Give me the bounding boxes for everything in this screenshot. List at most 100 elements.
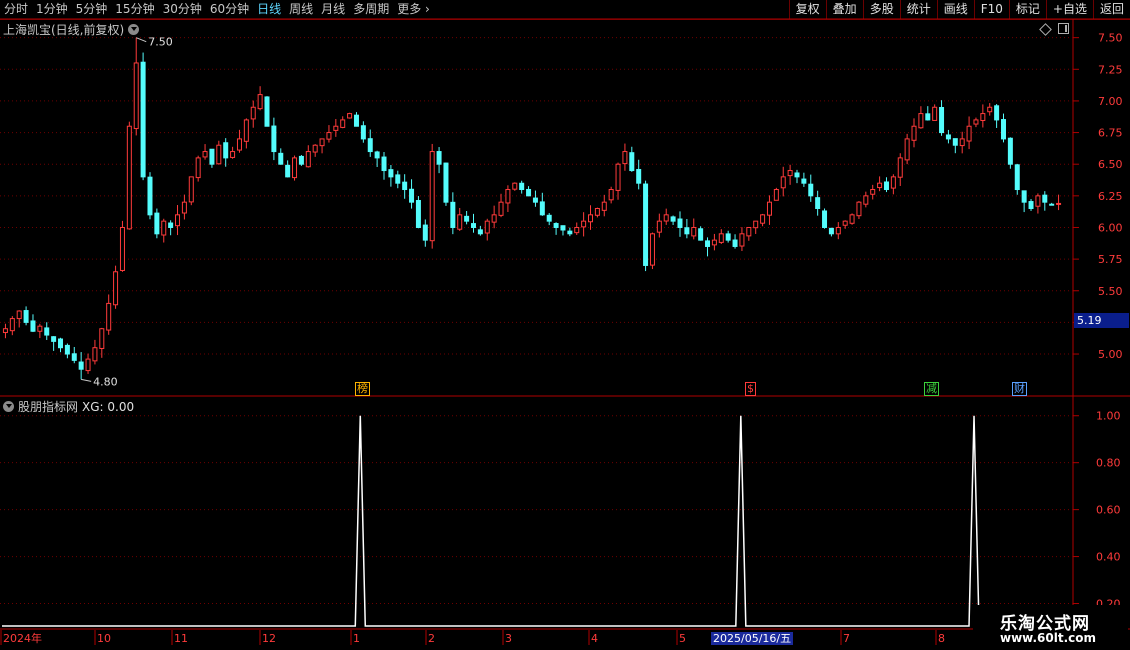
candle-body: [37, 325, 43, 332]
candle-body: [298, 155, 304, 165]
candle-body: [1021, 190, 1027, 203]
event-marker[interactable]: $: [745, 382, 756, 396]
candle-body: [64, 344, 70, 355]
candle-body: [622, 151, 628, 165]
candle-body: [175, 214, 181, 227]
candle-body: [698, 228, 704, 241]
candle-body: [161, 220, 167, 236]
candle-body: [484, 220, 490, 234]
candle-body: [904, 138, 910, 161]
candle-body: [794, 172, 800, 178]
candle-body: [705, 240, 711, 247]
candle-body: [216, 144, 222, 165]
candle-body: [119, 226, 125, 271]
diamond-icon[interactable]: [1039, 23, 1052, 36]
candle-body: [560, 225, 566, 231]
candle-body: [1007, 137, 1013, 165]
kline-chart[interactable]: 5.005.255.505.756.006.256.506.757.007.25…: [0, 0, 1130, 650]
candle-body: [257, 94, 263, 110]
indicator-name: 股朋指标网: [18, 400, 79, 414]
chart-title: 上海凯宝(日线,前复权): [3, 21, 140, 38]
candle-body: [649, 233, 655, 266]
candle-body: [615, 163, 621, 191]
time-tick-label: 4: [591, 632, 598, 645]
candle-body: [939, 107, 945, 134]
event-marker[interactable]: 减: [924, 382, 939, 396]
candle-body: [863, 195, 869, 205]
candle-body: [1014, 164, 1020, 191]
price-tick-label: 5.50: [1098, 285, 1123, 298]
window-toggle-icon[interactable]: [1058, 23, 1069, 34]
time-tick-label: 8: [938, 632, 945, 645]
candle-body: [436, 151, 442, 165]
candle-body: [980, 113, 986, 121]
candle-body: [333, 125, 339, 131]
candle-body: [608, 189, 614, 201]
candle-body: [539, 201, 545, 216]
indicator-tick-label: 0.80: [1096, 457, 1121, 470]
candle-body: [601, 201, 607, 211]
candle-body: [966, 125, 972, 142]
time-tick-label: 7: [843, 632, 850, 645]
candle-body: [347, 113, 353, 119]
candle-body: [99, 328, 105, 349]
candle-body: [553, 223, 559, 228]
candle-body: [801, 178, 807, 184]
time-tick-label: 12: [262, 632, 276, 645]
chevron-down-icon[interactable]: [3, 401, 14, 412]
candle-body: [1028, 201, 1034, 210]
candle-body: [822, 210, 828, 228]
candle-body: [92, 347, 98, 362]
candle-body: [71, 353, 77, 361]
candle-body: [952, 138, 958, 146]
price-tick-label: 5.00: [1098, 348, 1123, 361]
candle-body: [51, 336, 57, 342]
event-marker[interactable]: 财: [1012, 382, 1027, 396]
candle-body: [828, 227, 834, 235]
candle-body: [388, 169, 394, 178]
candle-body: [773, 189, 779, 201]
xg-series-line: [2, 415, 1062, 627]
candle-body: [746, 226, 752, 237]
candle-body: [753, 220, 759, 229]
candle-body: [732, 239, 738, 247]
candle-body: [505, 189, 511, 204]
candle-body: [236, 138, 242, 151]
candle-body: [58, 338, 64, 349]
candle-body: [113, 271, 119, 306]
candle-body: [415, 200, 421, 228]
candle-body: [106, 302, 112, 331]
candle-body: [209, 148, 215, 165]
time-tick-label: 2024年: [3, 631, 42, 645]
indicator-tick-label: 0.40: [1096, 551, 1121, 564]
candle-body: [422, 224, 428, 241]
candle-body: [154, 212, 160, 235]
price-tick-label: 7.50: [1098, 32, 1123, 45]
candle-body: [780, 176, 786, 189]
candle-body: [670, 216, 676, 222]
candle-body: [739, 233, 745, 247]
candle-body: [470, 223, 476, 228]
candle-body: [546, 214, 552, 222]
chevron-down-icon[interactable]: [128, 24, 140, 35]
low-pointer: [81, 378, 92, 382]
time-tick-label: 1: [353, 632, 360, 645]
candle-body: [987, 106, 993, 113]
candle-body: [1042, 194, 1048, 203]
candle-body: [760, 214, 766, 224]
time-tick-label: 11: [174, 632, 188, 645]
price-tick-label: 7.00: [1098, 95, 1123, 108]
event-marker[interactable]: 榜: [355, 382, 370, 396]
candle-body: [2, 328, 8, 334]
candle-body: [842, 220, 848, 226]
candle-body: [188, 176, 194, 203]
candle-body: [512, 182, 518, 190]
candle-body: [890, 176, 896, 189]
candle-body: [16, 310, 22, 320]
candle-body: [594, 208, 600, 216]
candle-body: [766, 201, 772, 216]
candle-body: [292, 157, 298, 179]
candle-body: [9, 318, 15, 332]
candle-body: [30, 320, 36, 332]
candle-body: [147, 176, 153, 216]
